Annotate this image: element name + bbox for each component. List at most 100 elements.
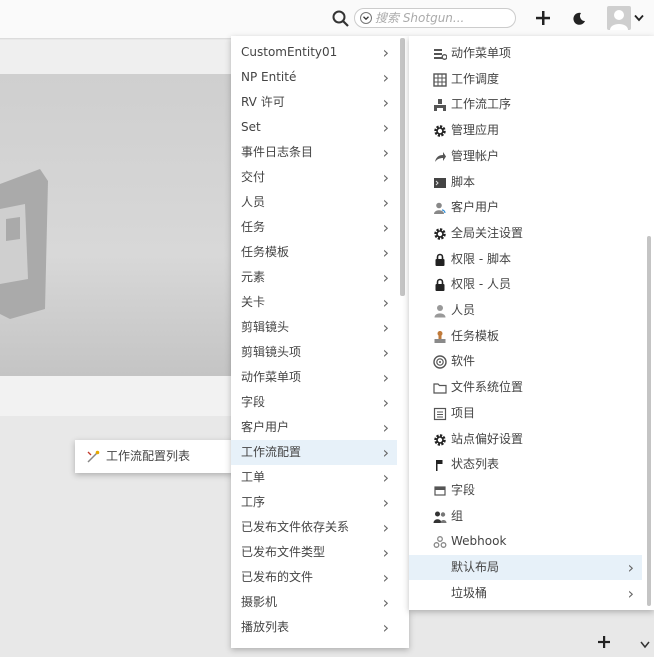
admin-menu-item-label: 任务模板: [451, 328, 500, 343]
entity-menu-item-label: NP Entité: [241, 70, 297, 84]
chevron-right-icon: ›: [382, 93, 389, 112]
avatar-chevron-down-icon[interactable]: [634, 14, 644, 22]
entity-menu-item[interactable]: 播放列表 ›: [231, 615, 397, 640]
admin-menu-item[interactable]: 默认布局 ›: [409, 555, 642, 580]
admin-menu-item-label: 站点偏好设置: [451, 431, 524, 446]
admin-menu-item[interactable]: 工作流工序: [409, 92, 642, 117]
chevron-right-icon: ›: [382, 393, 389, 412]
chevron-right-icon: ›: [382, 118, 389, 137]
admin-menu-item[interactable]: 组: [409, 504, 642, 529]
entity-menu-item-label: 人员: [241, 195, 266, 209]
entity-menu-item-label: 剪辑镜头项: [241, 345, 302, 359]
search-icon[interactable]: [332, 10, 350, 28]
admin-menu-item[interactable]: 站点偏好设置: [409, 427, 642, 452]
chevron-right-icon: ›: [382, 418, 389, 437]
entity-menu-item-label: 已发布文件依存关系: [241, 520, 350, 534]
entity-menu-item[interactable]: 摄影机 ›: [231, 590, 397, 615]
entity-menu-item[interactable]: 工作流配置 ›: [231, 440, 397, 465]
search-input[interactable]: [375, 10, 510, 26]
admin-menu-item[interactable]: 状态列表: [409, 452, 642, 477]
entity-menu-item[interactable]: 动作菜单项 ›: [231, 365, 397, 390]
entity-menu-item-label: 已发布的文件: [241, 570, 314, 584]
workflow-config-submenu: 工作流配置列表: [75, 440, 233, 473]
entity-menu-item-label: 工序: [241, 495, 266, 509]
chevron-right-icon: ›: [382, 593, 389, 612]
admin-menu: 动作菜单项工作调度工作流工序管理应用管理帐户脚本 客户用户全局关注设置权限 - 脚…: [409, 36, 654, 610]
entity-menu-item[interactable]: Set ›: [231, 115, 397, 140]
admin-menu-item[interactable]: 管理应用: [409, 118, 642, 143]
admin-menu-item[interactable]: 任务模板: [409, 324, 642, 349]
webhook-icon: [433, 536, 447, 549]
admin-menu-item-label: 项目: [451, 405, 476, 420]
entity-menu-scrollbar[interactable]: [400, 38, 405, 296]
entity-type-menu: CustomEntity01 › NP Entité › RV 许可 › Set › 事件日志条…: [231, 36, 409, 648]
entity-menu-item[interactable]: 关卡 ›: [231, 290, 397, 315]
admin-menu-item[interactable]: Webhook: [409, 529, 642, 554]
group-icon: [433, 511, 447, 523]
entity-menu-item-label: 剪辑镜头: [241, 320, 290, 334]
entity-menu-item-label: 交付: [241, 170, 266, 184]
admin-menu-item-label: 管理应用: [451, 123, 500, 138]
chevron-right-icon: ›: [382, 43, 389, 62]
entity-menu-item[interactable]: 任务模板 ›: [231, 240, 397, 265]
admin-menu-item-label: 管理帐户: [451, 148, 500, 163]
terminal-icon: [434, 177, 446, 188]
admin-menu-item[interactable]: 权限 - 人员: [409, 272, 642, 297]
admin-menu-item-label: 状态列表: [451, 457, 500, 472]
entity-menu-item[interactable]: CustomEntity01 ›: [231, 40, 397, 65]
admin-menu-item[interactable]: 文件系统位置: [409, 375, 642, 400]
admin-menu-item[interactable]: 字段: [409, 478, 642, 503]
entity-menu-item[interactable]: 字段 ›: [231, 390, 397, 415]
admin-menu-item-label: 工作调度: [451, 71, 500, 86]
admin-menu-item[interactable]: 客户用户: [409, 195, 642, 220]
entity-menu-item-label: 工单: [241, 470, 266, 484]
entity-menu-item[interactable]: 任务 ›: [231, 215, 397, 240]
bottom-chevron-down-icon[interactable]: [640, 641, 650, 649]
moon-icon[interactable]: [572, 12, 586, 26]
entity-menu-item[interactable]: NP Entité ›: [231, 65, 397, 90]
entity-menu-item[interactable]: 已发布文件依存关系 ›: [231, 515, 397, 540]
admin-menu-item[interactable]: 动作菜单项: [409, 41, 642, 66]
chevron-right-icon: ›: [382, 493, 389, 512]
admin-menu-item[interactable]: 脚本: [409, 170, 642, 195]
submenu-item-label: 工作流配置列表: [106, 449, 191, 463]
admin-menu-item-label: 权限 - 人员: [451, 277, 511, 292]
entity-menu-item[interactable]: 交付 ›: [231, 165, 397, 190]
entity-menu-item[interactable]: 工序 ›: [231, 490, 397, 515]
admin-menu-scrollbar[interactable]: [647, 236, 651, 606]
admin-menu-item[interactable]: 项目: [409, 401, 642, 426]
avatar[interactable]: [607, 6, 631, 30]
add-icon[interactable]: [535, 9, 551, 27]
admin-menu-item[interactable]: 全局关注设置: [409, 221, 642, 246]
calendar-grid-icon: [433, 72, 447, 87]
admin-menu-item-label: 全局关注设置: [451, 225, 524, 240]
admin-menu-item[interactable]: 软件: [409, 349, 642, 374]
chevron-right-icon: ›: [382, 268, 389, 287]
entity-menu-item[interactable]: 人员 ›: [231, 190, 397, 215]
entity-menu-item[interactable]: 剪辑镜头项 ›: [231, 340, 397, 365]
entity-menu-item[interactable]: 工单 ›: [231, 465, 397, 490]
search-box[interactable]: [354, 8, 516, 28]
entity-menu-item[interactable]: 事件日志条目 ›: [231, 140, 397, 165]
person-icon: [434, 305, 446, 318]
entity-menu-item[interactable]: 已发布的文件 ›: [231, 565, 397, 590]
entity-menu-item[interactable]: 已发布文件类型 ›: [231, 540, 397, 565]
bottom-add-icon[interactable]: [596, 634, 612, 650]
submenu-item-workflow-config-list[interactable]: 工作流配置列表: [75, 444, 233, 469]
entity-menu-item[interactable]: 剪辑镜头 ›: [231, 315, 397, 340]
chevron-right-icon: ›: [382, 143, 389, 162]
wand-icon: [87, 450, 100, 463]
entity-menu-item-label: RV 许可: [241, 95, 285, 109]
entity-menu-item[interactable]: 元素 ›: [231, 265, 397, 290]
search-scope-chevron-icon[interactable]: [360, 12, 372, 24]
entity-menu-item-label: 已发布文件类型: [241, 545, 326, 559]
admin-menu-item[interactable]: 垃圾桶 ›: [409, 581, 642, 606]
entity-menu-item[interactable]: 客户用户 ›: [231, 415, 397, 440]
chevron-right-icon: ›: [382, 368, 389, 387]
admin-menu-item[interactable]: 人员: [409, 298, 642, 323]
admin-menu-item[interactable]: 权限 - 脚本: [409, 247, 642, 272]
share-arrow-icon: [435, 151, 446, 162]
admin-menu-item[interactable]: 管理帐户: [409, 144, 642, 169]
entity-menu-item[interactable]: RV 许可 ›: [231, 90, 397, 115]
admin-menu-item[interactable]: 工作调度: [409, 67, 642, 92]
